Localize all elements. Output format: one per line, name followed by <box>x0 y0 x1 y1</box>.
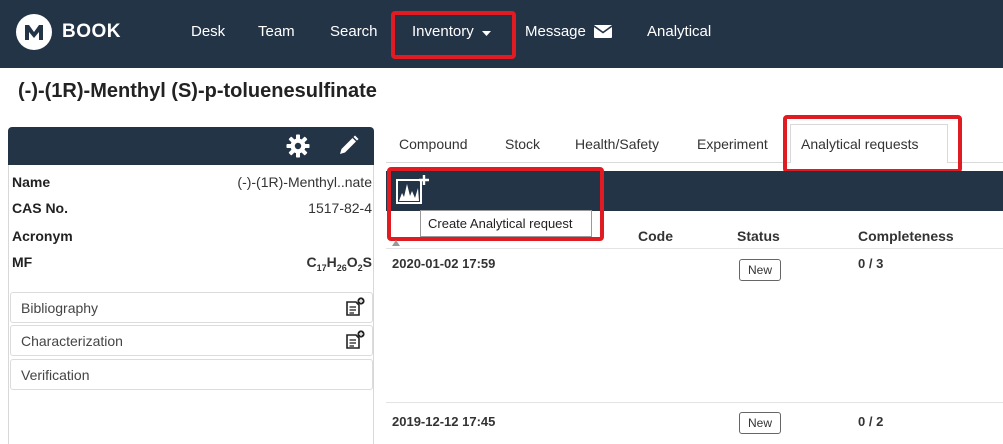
request-date[interactable]: 2019-12-12 17:45 <box>392 414 495 429</box>
add-document-icon[interactable] <box>344 330 366 353</box>
column-header-code[interactable]: Code <box>638 228 673 244</box>
add-document-icon[interactable] <box>344 297 366 320</box>
status-badge: New <box>739 259 781 281</box>
brand-logo-icon <box>16 14 52 50</box>
property-row-cas: CAS No. 1517-82-4 <box>12 200 372 220</box>
property-label: Name <box>12 174 51 190</box>
section-label: Verification <box>21 367 90 383</box>
property-label: CAS No. <box>12 200 68 216</box>
property-value: 1517-82-4 <box>308 200 372 216</box>
section-bibliography[interactable]: Bibliography <box>10 292 373 323</box>
property-row-name: Name (-)-(1R)-Menthyl..nate <box>12 174 372 194</box>
brand[interactable]: BOOK <box>16 12 121 52</box>
property-row-mf: MF C17H26O2S <box>12 254 372 274</box>
row-divider <box>386 402 1003 403</box>
page-title: (-)-(1R)-Menthyl (S)-p-toluenesulfinate <box>18 80 377 102</box>
pencil-icon[interactable] <box>336 134 360 163</box>
section-characterization[interactable]: Characterization <box>10 325 373 356</box>
nav-analytical[interactable]: Analytical <box>647 23 711 40</box>
analytical-tab-highlight-box <box>783 115 962 173</box>
property-label: MF <box>12 254 33 270</box>
section-verification[interactable]: Verification <box>10 359 373 390</box>
nav-desk[interactable]: Desk <box>191 23 225 40</box>
brand-name: BOOK <box>62 21 121 42</box>
envelope-icon <box>593 25 613 42</box>
nav-message-label: Message <box>525 23 586 40</box>
nav-message[interactable]: Message <box>525 23 613 42</box>
section-label: Characterization <box>21 333 123 349</box>
nav-search[interactable]: Search <box>330 23 378 40</box>
tab-experiment[interactable]: Experiment <box>697 136 768 152</box>
request-date[interactable]: 2020-01-02 17:59 <box>392 256 495 271</box>
header-divider <box>386 248 1003 249</box>
property-label: Acronym <box>12 228 73 244</box>
tab-compound[interactable]: Compound <box>399 136 468 152</box>
column-header-status[interactable]: Status <box>737 228 780 244</box>
molecular-formula: C17H26O2S <box>306 254 372 273</box>
create-request-tooltip: Create Analytical request <box>420 210 592 237</box>
column-header-completeness[interactable]: Completeness <box>858 228 954 244</box>
nav-team[interactable]: Team <box>258 23 295 40</box>
inventory-highlight-box <box>391 11 516 59</box>
request-completeness: 0 / 2 <box>858 414 884 429</box>
section-label: Bibliography <box>21 300 99 316</box>
request-completeness: 0 / 3 <box>858 256 884 271</box>
gear-icon[interactable] <box>286 134 310 163</box>
tab-stock[interactable]: Stock <box>505 136 540 152</box>
property-row-acronym: Acronym <box>12 228 372 248</box>
compound-panel-header <box>8 127 374 165</box>
status-badge: New <box>739 412 781 434</box>
property-value: (-)-(1R)-Menthyl..nate <box>237 174 372 190</box>
tab-health-safety[interactable]: Health/Safety <box>575 136 659 152</box>
